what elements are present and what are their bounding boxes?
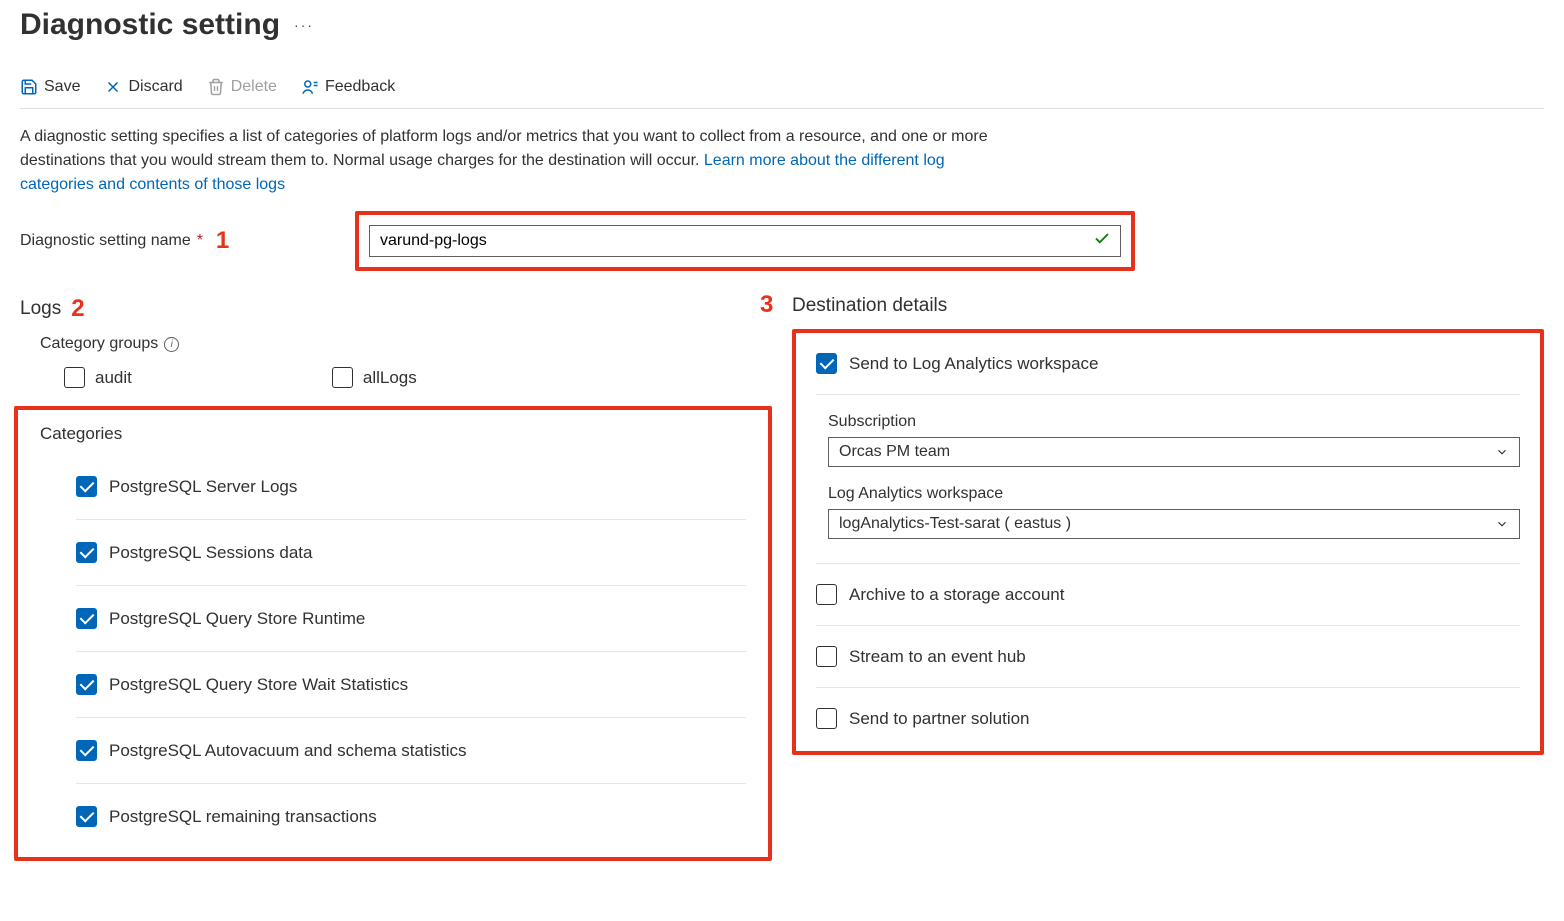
audit-option[interactable]: audit bbox=[64, 367, 132, 388]
category-checkbox[interactable] bbox=[76, 674, 97, 695]
categories-highlight: Categories PostgreSQL Server Logs Postgr… bbox=[14, 406, 772, 861]
partner-checkbox[interactable] bbox=[816, 708, 837, 729]
eventhub-label: Stream to an event hub bbox=[849, 647, 1026, 667]
feedback-label: Feedback bbox=[325, 78, 395, 96]
workspace-select[interactable]: logAnalytics-Test-sarat ( eastus ) bbox=[828, 509, 1520, 539]
category-item[interactable]: PostgreSQL Sessions data bbox=[76, 520, 746, 586]
save-button[interactable]: Save bbox=[20, 78, 80, 96]
category-checkbox[interactable] bbox=[76, 608, 97, 629]
toolbar: Save Discard Delete Feedback bbox=[20, 70, 1544, 109]
audit-label: audit bbox=[95, 368, 132, 388]
category-label: PostgreSQL Server Logs bbox=[109, 477, 297, 497]
trash-icon bbox=[207, 78, 225, 96]
discard-label: Discard bbox=[128, 78, 182, 96]
category-item[interactable]: PostgreSQL Autovacuum and schema statist… bbox=[76, 718, 746, 784]
category-item[interactable]: PostgreSQL Query Store Runtime bbox=[76, 586, 746, 652]
destination-highlight: Send to Log Analytics workspace Subscrip… bbox=[792, 329, 1544, 755]
save-icon bbox=[20, 78, 38, 96]
valid-check-icon bbox=[1093, 230, 1111, 253]
storage-label: Archive to a storage account bbox=[849, 585, 1064, 605]
categories-label: Categories bbox=[40, 424, 746, 444]
page-title: Diagnostic setting bbox=[20, 8, 280, 42]
alllogs-option[interactable]: allLogs bbox=[332, 367, 417, 388]
feedback-button[interactable]: Feedback bbox=[301, 78, 395, 96]
eventhub-checkbox[interactable] bbox=[816, 646, 837, 667]
subscription-label: Subscription bbox=[828, 413, 1520, 431]
subscription-value: Orcas PM team bbox=[839, 443, 950, 461]
alllogs-label: allLogs bbox=[363, 368, 417, 388]
log-analytics-label: Send to Log Analytics workspace bbox=[849, 354, 1098, 374]
setting-name-label: Diagnostic setting name* 1 bbox=[20, 227, 355, 255]
setting-name-input[interactable] bbox=[369, 225, 1121, 257]
category-groups-label: Category groups i bbox=[40, 335, 772, 353]
subscription-select[interactable]: Orcas PM team bbox=[828, 437, 1520, 467]
workspace-label: Log Analytics workspace bbox=[828, 485, 1520, 503]
category-label: PostgreSQL Query Store Wait Statistics bbox=[109, 675, 408, 695]
category-checkbox[interactable] bbox=[76, 476, 97, 497]
close-icon bbox=[104, 78, 122, 96]
dest-eventhub[interactable]: Stream to an event hub bbox=[816, 626, 1520, 688]
destination-header: Destination details bbox=[792, 295, 1544, 317]
description-text: A diagnostic setting specifies a list of… bbox=[20, 125, 995, 197]
storage-checkbox[interactable] bbox=[816, 584, 837, 605]
category-label: PostgreSQL Autovacuum and schema statist… bbox=[109, 741, 467, 761]
category-label: PostgreSQL remaining transactions bbox=[109, 807, 377, 827]
alllogs-checkbox[interactable] bbox=[332, 367, 353, 388]
callout-2: 2 bbox=[71, 295, 84, 323]
category-checkbox[interactable] bbox=[76, 806, 97, 827]
logs-header: Logs 2 bbox=[20, 295, 772, 323]
log-analytics-settings: Subscription Orcas PM team Log Analytics… bbox=[816, 395, 1520, 564]
dest-storage[interactable]: Archive to a storage account bbox=[816, 564, 1520, 626]
category-checkbox[interactable] bbox=[76, 542, 97, 563]
discard-button[interactable]: Discard bbox=[104, 78, 182, 96]
log-analytics-checkbox[interactable] bbox=[816, 353, 837, 374]
category-checkbox[interactable] bbox=[76, 740, 97, 761]
delete-button: Delete bbox=[207, 78, 277, 96]
callout-3: 3 bbox=[760, 291, 773, 319]
more-icon[interactable]: ··· bbox=[294, 17, 314, 33]
category-item[interactable]: PostgreSQL remaining transactions bbox=[76, 784, 746, 827]
required-indicator: * bbox=[197, 232, 203, 250]
category-label: PostgreSQL Query Store Runtime bbox=[109, 609, 365, 629]
callout-1: 1 bbox=[216, 227, 229, 255]
setting-name-highlight bbox=[355, 211, 1135, 271]
save-label: Save bbox=[44, 78, 80, 96]
feedback-icon bbox=[301, 78, 319, 96]
workspace-value: logAnalytics-Test-sarat ( eastus ) bbox=[839, 515, 1071, 533]
category-label: PostgreSQL Sessions data bbox=[109, 543, 313, 563]
category-item[interactable]: PostgreSQL Query Store Wait Statistics bbox=[76, 652, 746, 718]
chevron-down-icon bbox=[1495, 445, 1509, 459]
dest-partner[interactable]: Send to partner solution bbox=[816, 688, 1520, 735]
dest-log-analytics[interactable]: Send to Log Analytics workspace bbox=[816, 349, 1520, 395]
delete-label: Delete bbox=[231, 78, 277, 96]
chevron-down-icon bbox=[1495, 517, 1509, 531]
category-item[interactable]: PostgreSQL Server Logs bbox=[76, 454, 746, 520]
info-icon[interactable]: i bbox=[164, 337, 179, 352]
audit-checkbox[interactable] bbox=[64, 367, 85, 388]
partner-label: Send to partner solution bbox=[849, 709, 1030, 729]
